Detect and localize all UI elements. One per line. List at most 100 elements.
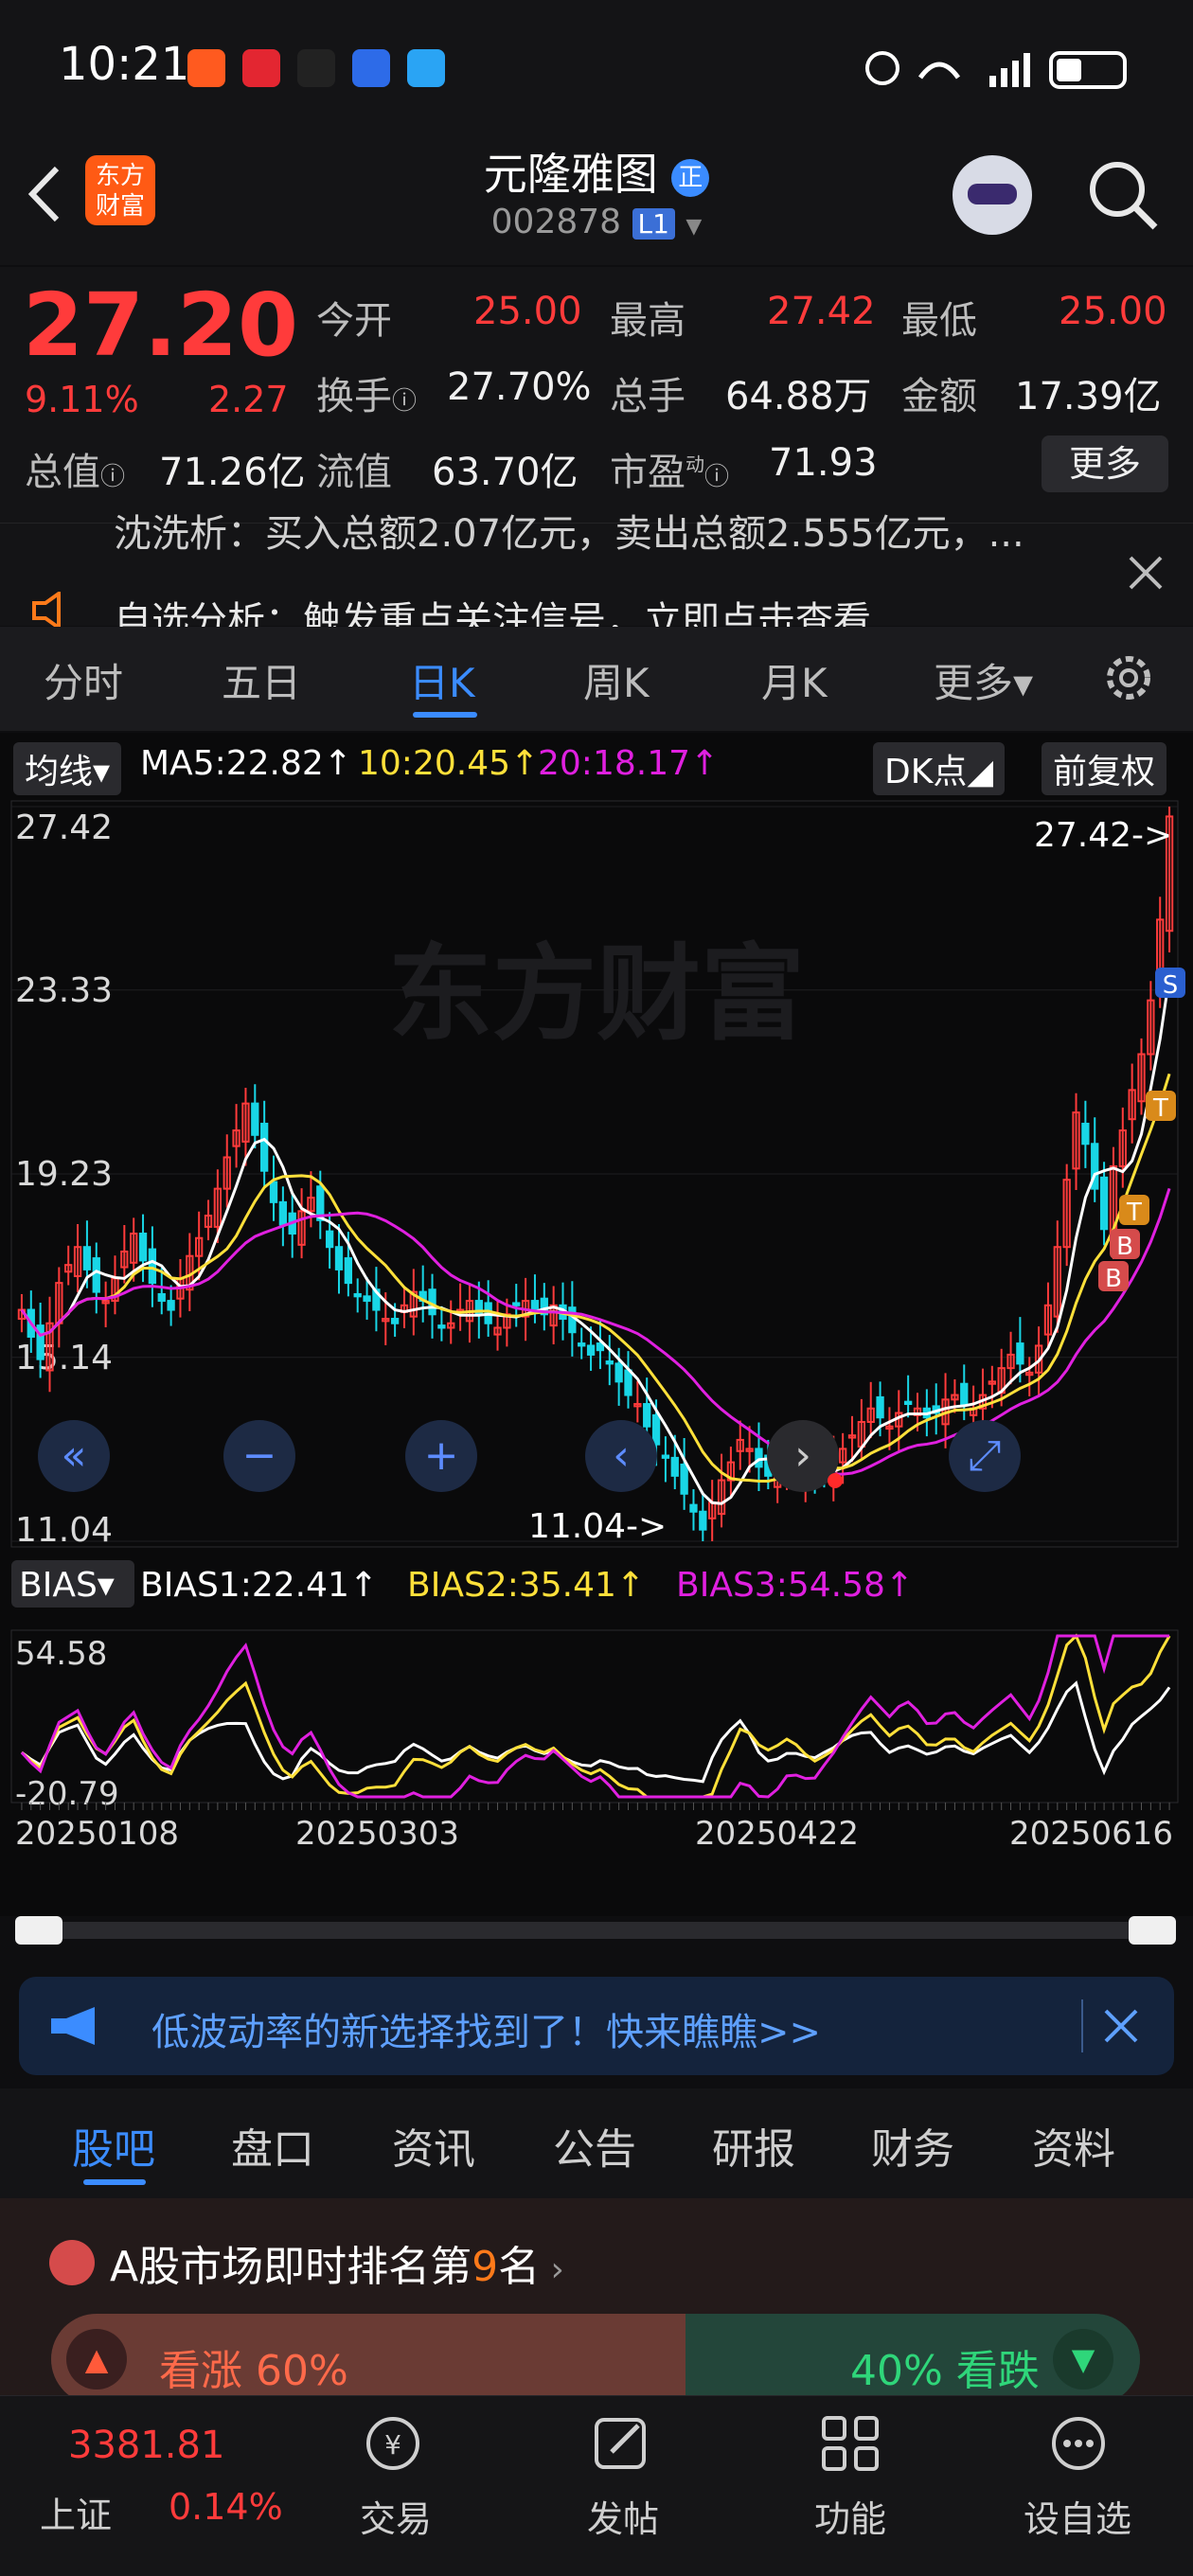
x-tick-label: 20250422 (695, 1815, 859, 1853)
candle-body (344, 1257, 353, 1285)
bias3-label: BIAS3:54.58↑ (676, 1566, 914, 1605)
close-icon[interactable] (1127, 554, 1165, 592)
scroll-left-fast-icon[interactable]: « (38, 1420, 110, 1492)
tab-more[interactable]: 更多▾ (934, 651, 1033, 709)
gear-icon[interactable] (1100, 649, 1157, 706)
info-icon[interactable]: ⓘ (100, 463, 125, 491)
range-scrollbar[interactable] (15, 1916, 1176, 1945)
turnover-value: 27.70% (447, 365, 592, 409)
candle-body (699, 1510, 707, 1531)
dk-point-button[interactable]: DK点◢ (873, 742, 1006, 795)
candle-body (278, 1200, 288, 1226)
candle-body (661, 1454, 670, 1459)
tab-profile[interactable]: 资料 (1032, 2115, 1115, 2176)
candle-body (512, 1302, 521, 1306)
zoom-in-icon[interactable]: + (405, 1420, 477, 1492)
active-info-tab-underline (83, 2179, 146, 2185)
price-tick-label: 27.42 (15, 808, 113, 847)
kline-svg[interactable]: 27.42 23.33 19.23 15.14 11.04 东方财富 27.42-> 11.0… (0, 793, 1193, 1910)
ranking-icon (49, 2240, 95, 2285)
last-price: 27.20 (23, 275, 299, 376)
function-grid-icon[interactable] (818, 2412, 884, 2475)
promo-banner[interactable]: 低波动率的新选择找到了！快来瞧瞧>> (19, 1977, 1174, 2075)
turnover-label-text: 换手 (316, 375, 392, 418)
index-value[interactable]: 3381.81 (68, 2424, 224, 2467)
x-tick-label: 20250303 (295, 1815, 459, 1853)
price-tick-label: 19.23 (15, 1155, 113, 1194)
app-notification-icon-2 (352, 49, 390, 87)
high-value: 27.42 (767, 290, 876, 333)
tab-finance[interactable]: 财务 (871, 2115, 954, 2176)
stock-name-text: 元隆雅图 (483, 149, 658, 200)
tab-wuri[interactable]: 五日 (222, 651, 301, 709)
tab-announcements[interactable]: 公告 (553, 2115, 636, 2176)
scroll-left-icon[interactable]: ‹ (585, 1420, 657, 1492)
candle-body (876, 1395, 884, 1419)
fullscreen-icon[interactable]: ⤢ (949, 1420, 1021, 1492)
adjust-button[interactable]: 前复权 (1042, 742, 1167, 795)
tab-pankou[interactable]: 盘口 (231, 2115, 314, 2176)
post-icon[interactable] (589, 2412, 655, 2475)
tab-guba[interactable]: 股吧 (72, 2115, 155, 2176)
candle-body (1099, 1176, 1109, 1231)
current-position-dot (828, 1473, 843, 1488)
trade-mark-letter: T (1152, 1094, 1168, 1123)
tab-monthly-k[interactable]: 月K (761, 651, 828, 709)
bias-selector-label: BIAS▾ (19, 1566, 115, 1605)
bullish-button[interactable]: ▲ (66, 2329, 127, 2389)
news-strip[interactable]: 沈洗析：买入总额2.07亿元，卖出总额2.555亿元，... 自选分析：触发重点… (0, 512, 1193, 643)
more-button[interactable]: 更多 (1042, 435, 1168, 492)
price-tick-label: 23.33 (15, 971, 113, 1010)
candle-body (651, 1413, 661, 1446)
bias1-label: BIAS1:22.41↑ (140, 1566, 378, 1605)
candle-body (670, 1456, 679, 1477)
app-notification-icon-3 (407, 49, 445, 87)
candle-body (82, 1246, 92, 1270)
trade-mark-letter: S (1163, 971, 1179, 1000)
robot-assistant-icon[interactable] (953, 155, 1032, 235)
app-notification-icon (187, 49, 225, 87)
more-dots-icon[interactable] (1045, 2412, 1112, 2475)
candle-body (251, 1102, 259, 1136)
nav-add-watchlist[interactable]: 设自选 (983, 2490, 1172, 2542)
ma10-line (20, 1073, 1171, 1483)
ranking-prefix: A股市场即时排名第 (110, 2243, 472, 2291)
ranking-text[interactable]: A股市场即时排名第9名 › (110, 2232, 564, 2293)
bias-pane-frame (10, 1629, 1179, 1803)
bias2-label: BIAS2:35.41↑ (407, 1566, 645, 1605)
candle-body (578, 1342, 586, 1347)
max-price-label: 27.42-> (1034, 816, 1172, 855)
candle-body (960, 1382, 969, 1406)
chevron-right-icon: › (540, 2250, 564, 2289)
range-handle-left[interactable] (15, 1916, 62, 1945)
tab-research[interactable]: 研报 (712, 2115, 795, 2176)
zoom-out-icon[interactable]: − (223, 1420, 295, 1492)
trade-icon[interactable]: ¥ (360, 2412, 426, 2475)
candle-body (148, 1248, 157, 1285)
x-tick-label: 20250616 (1009, 1815, 1173, 1853)
news-line-1: 沈洗析：买入总额2.07亿元，卖出总额2.555亿元，... (114, 512, 1024, 556)
range-handle-right[interactable] (1129, 1916, 1176, 1945)
svg-text:¥: ¥ (384, 2429, 401, 2461)
tab-fenshi[interactable]: 分时 (44, 651, 123, 709)
ma-selector[interactable]: 均线▾ (13, 742, 122, 795)
tab-news[interactable]: 资讯 (392, 2115, 475, 2176)
nav-trade[interactable]: 交易 (301, 2490, 490, 2542)
nav-function[interactable]: 功能 (756, 2490, 945, 2542)
nav-post[interactable]: 发帖 (528, 2490, 718, 2542)
candle-body (92, 1257, 100, 1293)
candle-body (689, 1503, 698, 1513)
candle-body (605, 1360, 614, 1365)
amount-value: 17.39亿 (1015, 375, 1162, 418)
candle-body (167, 1300, 175, 1311)
search-icon[interactable] (1085, 157, 1161, 233)
bearish-button[interactable]: ▼ (1053, 2329, 1113, 2389)
close-icon[interactable] (1102, 2007, 1140, 2045)
tab-weekly-k[interactable]: 周K (583, 651, 650, 709)
bullish-fill (51, 2314, 704, 2405)
tab-daily-k[interactable]: 日K (409, 651, 475, 709)
candle-body (390, 1318, 400, 1324)
candle-body (363, 1295, 371, 1303)
info-icon[interactable]: ⓘ (704, 463, 729, 491)
info-icon[interactable]: ⓘ (392, 387, 417, 416)
